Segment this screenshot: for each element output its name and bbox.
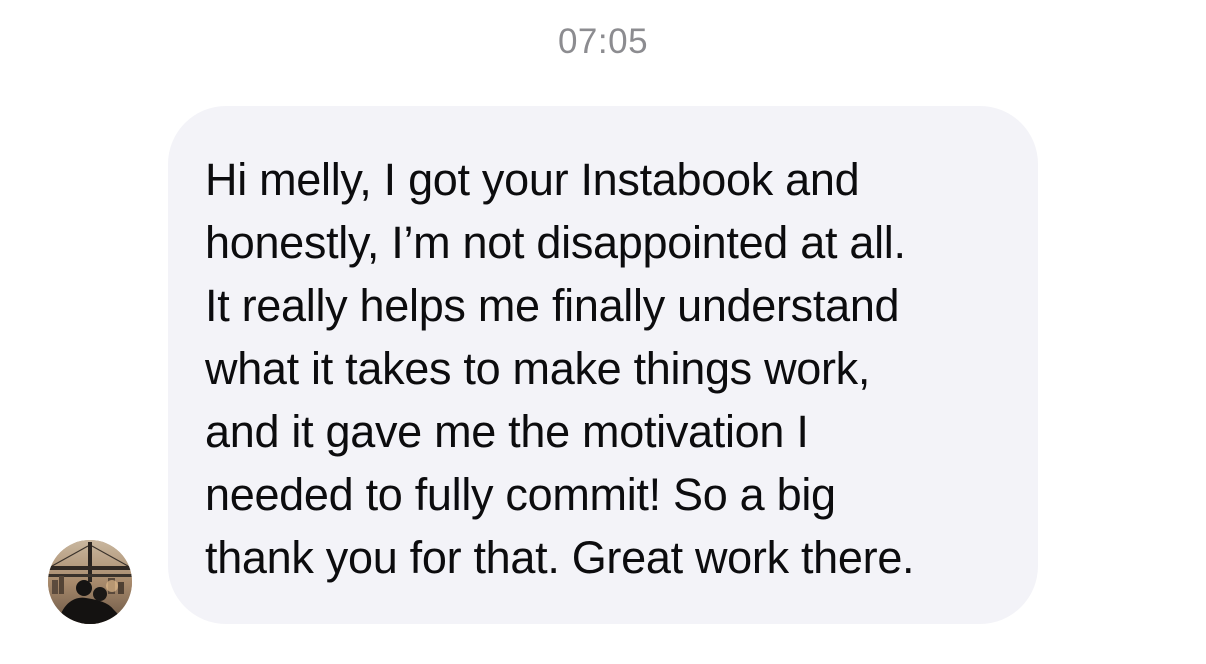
profile-photo-icon [48, 540, 132, 624]
message-text-line: and it gave me the motivation I [205, 406, 809, 457]
message-text-line: what it takes to make things work, [205, 343, 871, 394]
message-text-line: thank you for that. Great work there. [205, 532, 915, 583]
message-text-line: It really helps me finally understand [205, 280, 900, 331]
received-message-bubble[interactable]: Hi melly, I got your Instabook and hones… [168, 106, 1038, 624]
sender-avatar[interactable] [48, 540, 132, 624]
message-timestamp: 07:05 [557, 22, 649, 61]
message-text-line: Hi melly, I got your Instabook and [205, 154, 860, 205]
message-text-line: honestly, I’m not disappointed at all. [205, 217, 906, 268]
message-text-line: needed to fully commit! So a big [205, 469, 836, 520]
